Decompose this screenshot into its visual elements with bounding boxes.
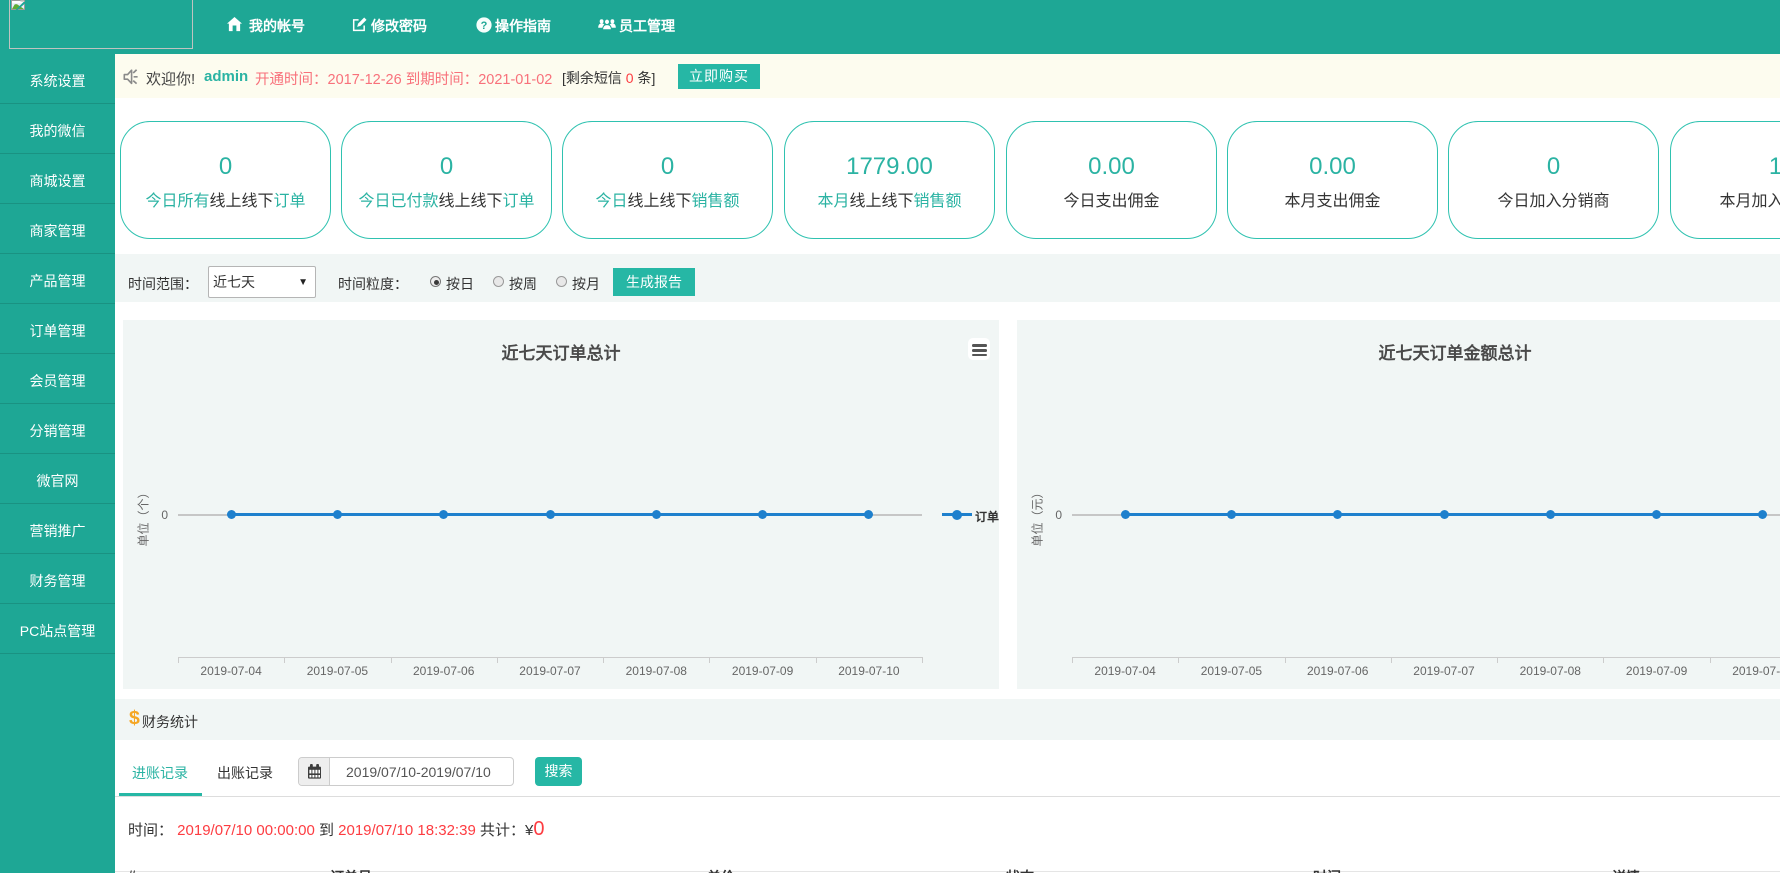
svg-text:?: ? <box>481 20 488 32</box>
